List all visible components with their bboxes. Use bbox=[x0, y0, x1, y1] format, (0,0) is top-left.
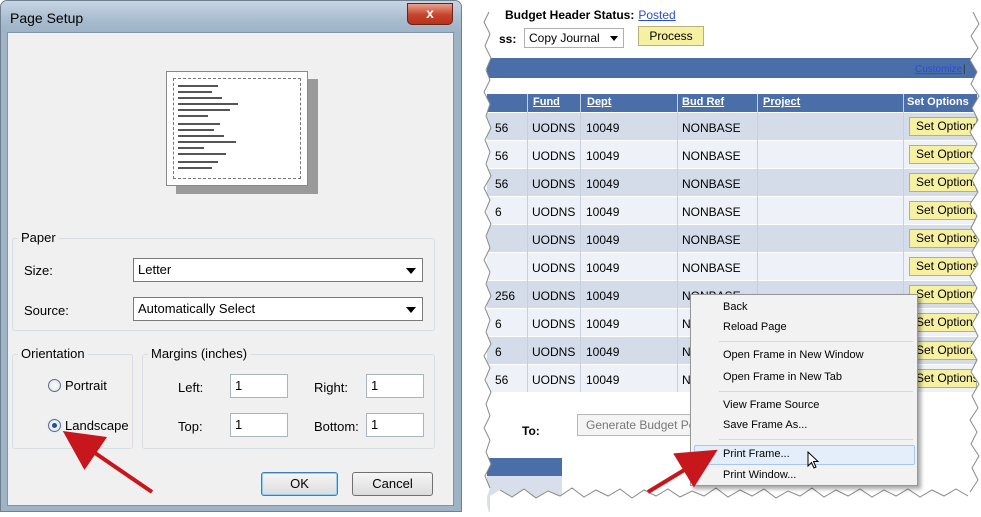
annotation-arrows bbox=[62, 430, 718, 494]
arrow-to-landscape bbox=[62, 430, 154, 494]
arrow-to-print-frame bbox=[646, 449, 718, 494]
